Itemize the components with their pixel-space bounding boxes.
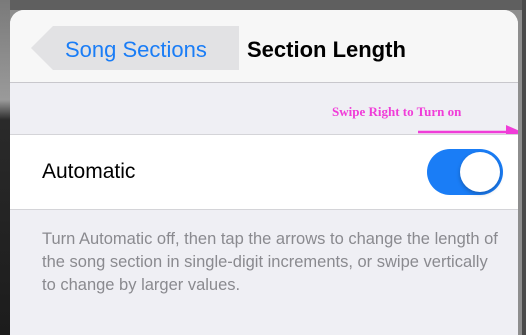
backdrop-right (522, 0, 526, 335)
swipe-hint-annotation: Swipe Right to Turn on (332, 104, 462, 119)
toggle-knob (460, 152, 500, 192)
settings-popover: Song Sections Section Length Swipe Right… (10, 10, 518, 335)
automatic-description: Turn Automatic off, then tap the arrows … (42, 230, 498, 294)
back-button-label: Song Sections (65, 37, 207, 62)
backdrop-left (0, 0, 10, 335)
navigation-bar: Song Sections Section Length (10, 10, 518, 83)
automatic-setting-row: Automatic (10, 134, 518, 210)
backdrop (0, 0, 526, 10)
automatic-label: Automatic (42, 160, 136, 183)
automatic-toggle[interactable] (427, 149, 503, 195)
page-title: Section Length (247, 37, 406, 62)
back-button[interactable]: Song Sections (31, 26, 239, 70)
